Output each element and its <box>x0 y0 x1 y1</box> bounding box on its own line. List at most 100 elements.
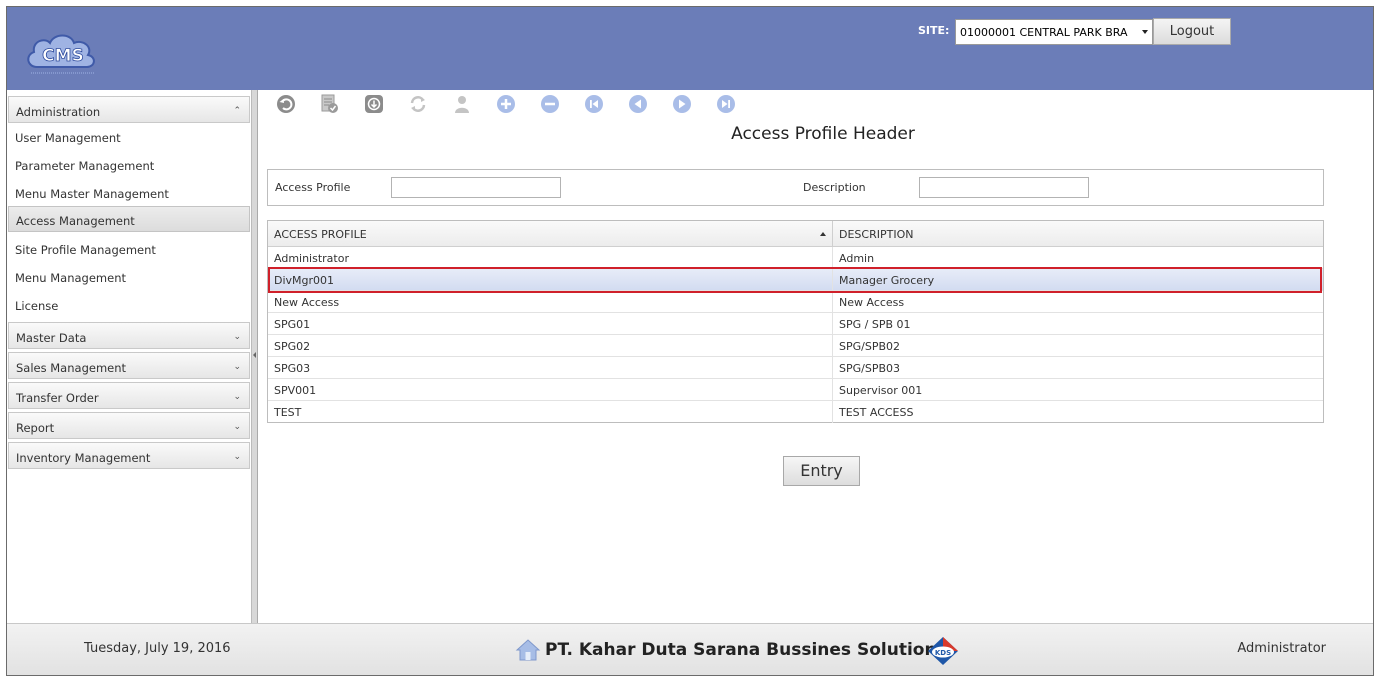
table-row[interactable]: SPG01 SPG / SPB 01 <box>268 313 1323 335</box>
sidebar-section-label: Inventory Management <box>16 451 151 465</box>
next-record-icon[interactable] <box>672 94 692 114</box>
chevron-down-icon: ⌄ <box>233 452 241 462</box>
table-row[interactable]: TEST TEST ACCESS <box>268 401 1323 423</box>
site-select[interactable]: 01000001 CENTRAL PARK BRA <box>955 19 1153 45</box>
add-icon[interactable] <box>496 94 516 114</box>
sidebar-section-inventory-management[interactable]: Inventory Management ⌄ <box>8 442 250 469</box>
remove-icon[interactable] <box>540 94 560 114</box>
cell-description: TEST ACCESS <box>839 406 914 419</box>
footer-date: Tuesday, July 19, 2016 <box>84 641 231 656</box>
cell-description: Admin <box>839 252 875 265</box>
sidebar-item-site-profile-management[interactable]: Site Profile Management <box>8 236 250 262</box>
site-select-value: 01000001 CENTRAL PARK BRA <box>960 26 1128 39</box>
sidebar-item-menu-master-management[interactable]: Menu Master Management <box>8 180 250 206</box>
description-input[interactable] <box>919 177 1089 198</box>
sidebar-section-report[interactable]: Report ⌄ <box>8 412 250 439</box>
site-label: SITE: <box>918 24 950 37</box>
table-row[interactable]: Administrator Admin <box>268 247 1323 269</box>
user-icon[interactable] <box>452 94 472 114</box>
cell-access-profile: SPG02 <box>268 335 833 357</box>
chevron-down-icon: ⌄ <box>233 422 241 432</box>
sidebar-item-label: Parameter Management <box>15 159 155 173</box>
sidebar: Administration ⌃ User Management Paramet… <box>7 90 252 623</box>
last-record-icon[interactable] <box>716 94 736 114</box>
table-row[interactable]: SPG03 SPG/SPB03 <box>268 357 1323 379</box>
sidebar-item-label: User Management <box>15 131 121 145</box>
sidebar-item-license[interactable]: License <box>8 292 250 318</box>
column-header-access-profile[interactable]: ACCESS PROFILE <box>268 221 833 247</box>
cell-access-profile: DivMgr001 <box>268 269 833 291</box>
cms-logo-text: CMS <box>42 46 84 66</box>
approve-document-icon[interactable] <box>319 94 339 114</box>
cms-logo: CMS <box>27 34 95 74</box>
description-label: Description <box>803 181 866 194</box>
kds-logo-text: KDS <box>935 649 951 657</box>
company-name: PT. Kahar Duta Sarana Bussines Solutions <box>545 640 947 660</box>
table-row[interactable]: SPG02 SPG/SPB02 <box>268 335 1323 357</box>
cell-access-profile: SPG03 <box>268 357 833 379</box>
download-icon[interactable] <box>364 94 384 114</box>
filter-panel: Access Profile Description <box>267 169 1324 206</box>
sidebar-section-transfer-order[interactable]: Transfer Order ⌄ <box>8 382 250 409</box>
sidebar-item-menu-management[interactable]: Menu Management <box>8 264 250 290</box>
main-content: Access Profile Header Access Profile Des… <box>259 90 1373 623</box>
cell-description: SPG/SPB02 <box>839 340 901 353</box>
cell-description: SPG / SPB 01 <box>839 318 911 331</box>
sidebar-section-master-data[interactable]: Master Data ⌄ <box>8 322 250 349</box>
cell-description: Manager Grocery <box>839 274 935 287</box>
cell-description: SPG/SPB03 <box>839 362 901 375</box>
sidebar-section-label: Master Data <box>16 331 87 345</box>
access-profile-label: Access Profile <box>275 181 351 194</box>
home-icon[interactable] <box>515 638 541 662</box>
cell-access-profile: SPV001 <box>268 379 833 401</box>
sidebar-splitter[interactable] <box>252 90 258 623</box>
sidebar-section-label: Transfer Order <box>16 391 99 405</box>
chevron-down-icon <box>1142 30 1148 34</box>
cell-access-profile: Administrator <box>268 247 833 269</box>
footer-user: Administrator <box>1237 641 1326 656</box>
first-record-icon[interactable] <box>584 94 604 114</box>
logout-button[interactable]: Logout <box>1153 18 1231 45</box>
sort-ascending-icon <box>820 232 826 236</box>
app-window: CMS SITE: 01000001 CENTRAL PARK BRA Logo… <box>6 6 1374 676</box>
chevron-down-icon: ⌄ <box>233 332 241 342</box>
access-profile-input[interactable] <box>391 177 561 198</box>
undo-icon[interactable] <box>276 94 296 114</box>
sidebar-item-label: Site Profile Management <box>15 243 156 257</box>
sidebar-item-label: Access Management <box>16 214 135 228</box>
sidebar-section-label: Report <box>16 421 55 435</box>
cell-access-profile: New Access <box>268 291 833 313</box>
access-profile-grid: ACCESS PROFILE DESCRIPTION Administrator… <box>267 220 1324 423</box>
grid-header: ACCESS PROFILE DESCRIPTION <box>268 221 1323 247</box>
collapse-arrow-icon[interactable] <box>253 352 256 358</box>
app-footer: Tuesday, July 19, 2016 PT. Kahar Duta Sa… <box>7 623 1373 675</box>
sidebar-item-access-management[interactable]: Access Management <box>8 206 250 232</box>
kds-logo: KDS <box>928 637 958 665</box>
cell-description: New Access <box>839 296 905 309</box>
cell-description: Supervisor 001 <box>839 384 923 397</box>
previous-record-icon[interactable] <box>628 94 648 114</box>
entry-button[interactable]: Entry <box>783 456 860 486</box>
column-header-label: DESCRIPTION <box>839 228 914 241</box>
table-row-selected[interactable]: DivMgr001 Manager Grocery <box>268 269 1323 291</box>
column-header-description[interactable]: DESCRIPTION <box>833 221 1323 247</box>
sidebar-section-label: Sales Management <box>16 361 127 375</box>
column-header-label: ACCESS PROFILE <box>274 228 367 241</box>
sidebar-section-administration[interactable]: Administration ⌃ <box>8 96 250 123</box>
sidebar-item-label: Menu Master Management <box>15 187 169 201</box>
sidebar-item-user-management[interactable]: User Management <box>8 124 250 150</box>
refresh-icon[interactable] <box>408 94 428 114</box>
table-row[interactable]: SPV001 Supervisor 001 <box>268 379 1323 401</box>
sidebar-item-parameter-management[interactable]: Parameter Management <box>8 152 250 178</box>
table-row[interactable]: New Access New Access <box>268 291 1323 313</box>
chevron-up-icon: ⌃ <box>233 106 241 116</box>
cell-access-profile: TEST <box>268 401 833 423</box>
sidebar-section-sales-management[interactable]: Sales Management ⌄ <box>8 352 250 379</box>
sidebar-section-label: Administration <box>16 105 101 119</box>
sidebar-item-label: Menu Management <box>15 271 126 285</box>
sidebar-item-label: License <box>15 299 59 313</box>
page-title: Access Profile Header <box>731 124 915 144</box>
chevron-down-icon: ⌄ <box>233 362 241 372</box>
app-header: CMS SITE: 01000001 CENTRAL PARK BRA Logo… <box>7 7 1373 90</box>
cell-access-profile: SPG01 <box>268 313 833 335</box>
